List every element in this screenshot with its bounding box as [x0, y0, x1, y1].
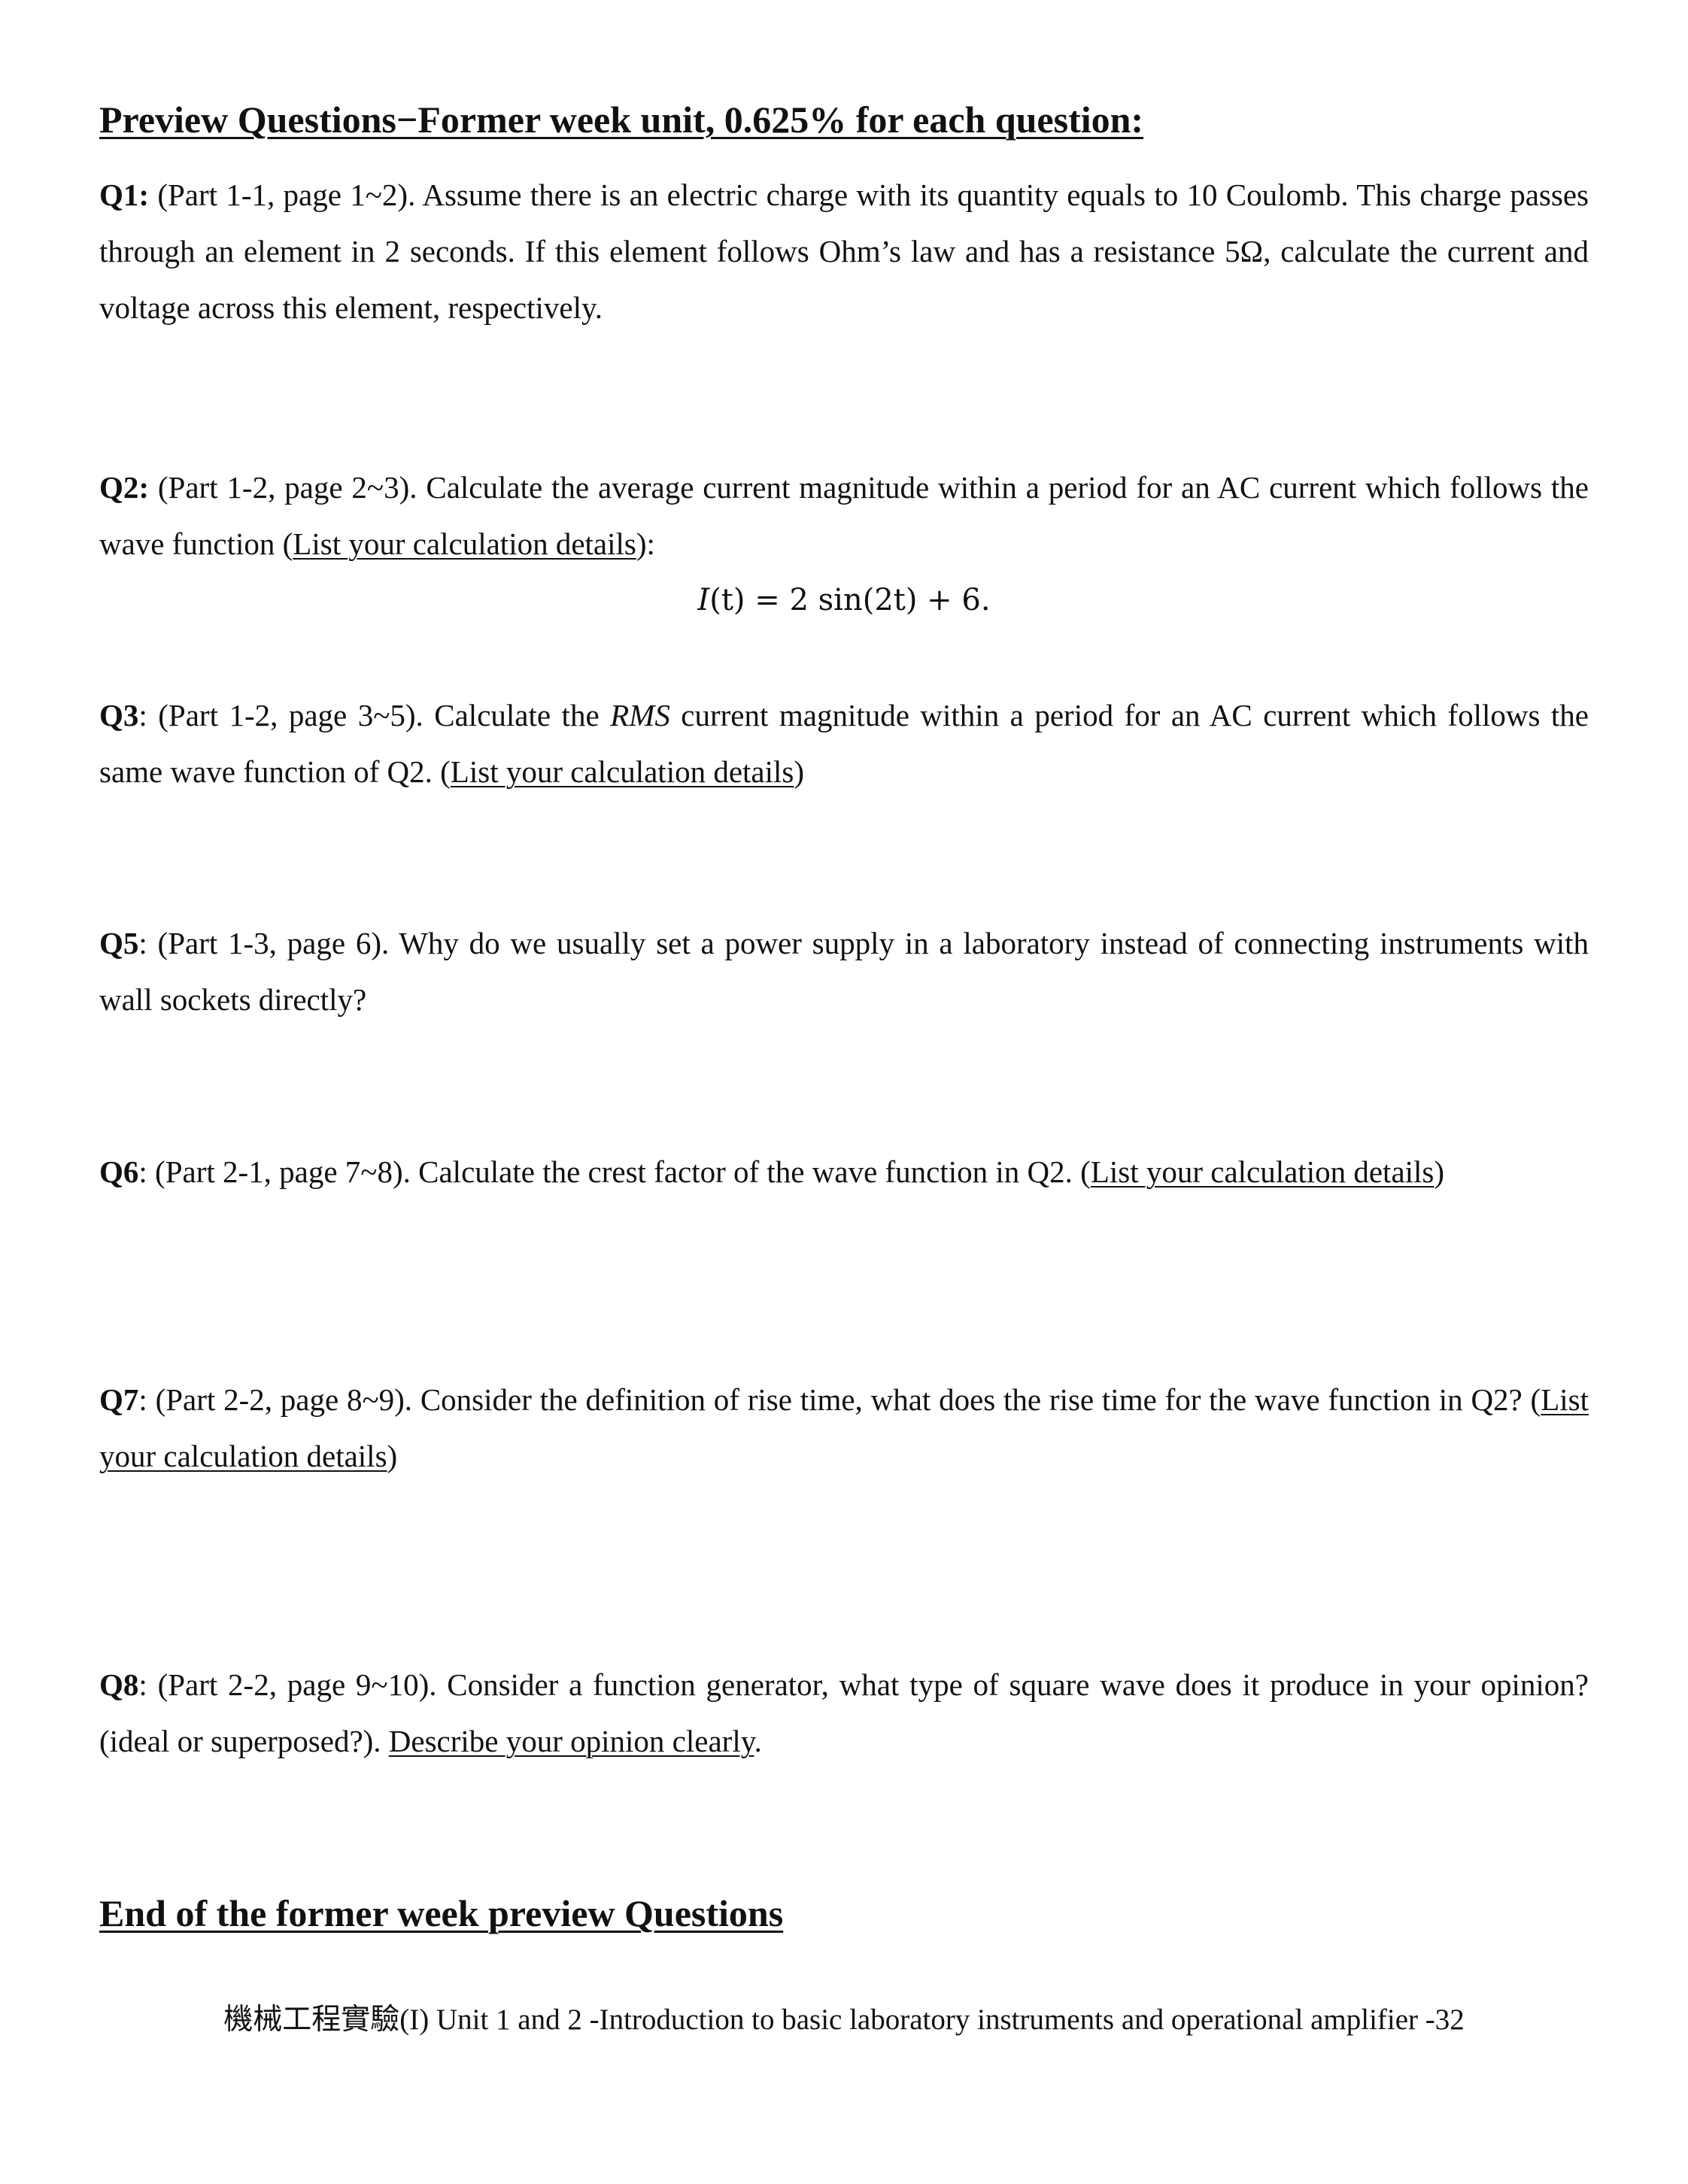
wave-function-equation: I(t) = 2 sin(2t) + 6. [0, 578, 1688, 623]
question-label: Q1: [99, 177, 150, 212]
question-label: Q6 [99, 1154, 139, 1189]
underlined-instruction: List your calculation details [1090, 1154, 1434, 1189]
question-label: Q3 [99, 698, 139, 733]
question-label: Q2: [99, 470, 150, 505]
equation-variable: I [697, 583, 710, 617]
question-q6: Q6: (Part 2-1, page 7~8). Calculate the … [99, 1144, 1589, 1200]
question-text-end: ) [794, 754, 805, 789]
underlined-instruction: Describe your opinion clearly [388, 1724, 754, 1758]
question-text-end: ) [1434, 1154, 1445, 1189]
question-text-end: ): [636, 526, 655, 561]
question-label: Q8 [99, 1667, 139, 1702]
question-q1: Q1: (Part 1-1, page 1~2). Assume there i… [99, 167, 1589, 336]
question-text: : (Part 1-2, page 3~5). Calculate the [138, 698, 611, 733]
question-label: Q7 [99, 1382, 139, 1417]
underlined-instruction: List your calculation details [450, 754, 794, 789]
equation-body: (t) = 2 sin(2t) + 6. [709, 583, 991, 617]
section-heading: Preview Questions−Former week unit, 0.62… [99, 99, 1144, 141]
question-text: (Part 1-1, page 1~2). Assume there is an… [99, 177, 1589, 325]
question-text: : (Part 1-3, page 6). Why do we usually … [99, 926, 1589, 1017]
question-text: : (Part 2-2, page 9~10). Consider a func… [99, 1667, 1589, 1758]
question-text-end: . [754, 1724, 762, 1758]
question-text: : (Part 2-2, page 8~9). Consider the def… [138, 1382, 1541, 1417]
question-q8: Q8: (Part 2-2, page 9~10). Consider a fu… [99, 1657, 1589, 1770]
underlined-instruction: List your calculation details [293, 526, 636, 561]
document-page: Preview Questions−Former week unit, 0.62… [0, 0, 1688, 2184]
question-label: Q5 [99, 926, 139, 960]
emphasis-rms: RMS [610, 698, 670, 733]
question-text: : (Part 2-1, page 7~8). Calculate the cr… [138, 1154, 1091, 1189]
end-heading: End of the former week preview Questions [99, 1892, 784, 1934]
page-footer: 機械工程實驗(I) Unit 1 and 2 -Introduction to … [223, 2004, 1465, 2036]
question-q3: Q3: (Part 1-2, page 3~5). Calculate the … [99, 687, 1589, 800]
question-text-end: ) [387, 1439, 398, 1473]
question-q2: Q2: (Part 1-2, page 2~3). Calculate the … [99, 460, 1589, 572]
question-q7: Q7: (Part 2-2, page 8~9). Consider the d… [99, 1372, 1589, 1485]
question-q5: Q5: (Part 1-3, page 6). Why do we usuall… [99, 915, 1589, 1028]
